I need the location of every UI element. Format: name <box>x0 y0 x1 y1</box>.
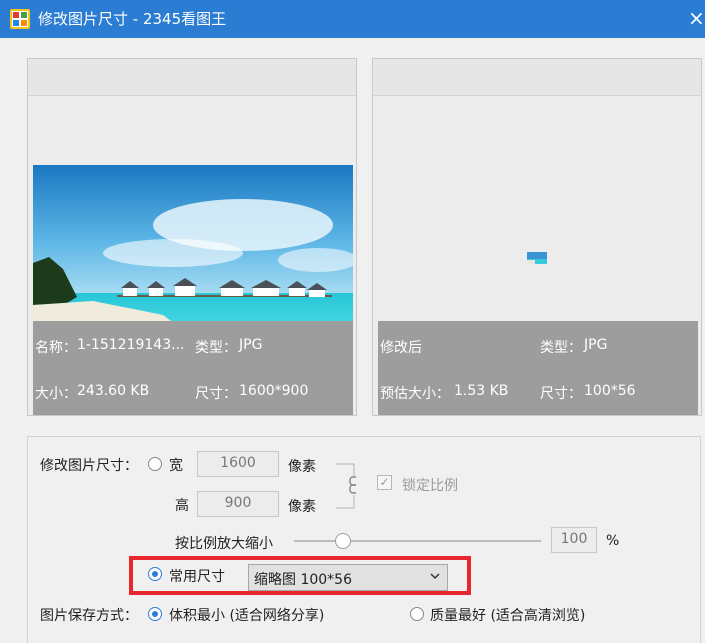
common-size-value: 缩略图 100*56 <box>254 572 352 588</box>
resize-radio[interactable] <box>148 457 162 471</box>
modified-panel-header <box>373 59 701 96</box>
common-size-radio[interactable] <box>148 567 162 581</box>
original-name-value: 1-151219143... <box>77 337 185 353</box>
modified-caption: 修改后 <box>380 340 422 356</box>
original-type-value: JPG <box>239 337 263 353</box>
close-icon[interactable]: × <box>688 6 705 30</box>
scale-slider-thumb[interactable] <box>335 533 351 549</box>
height-label: 高 <box>175 498 189 514</box>
app-logo-icon <box>10 9 30 29</box>
original-name-label: 名称： <box>35 340 77 356</box>
save-best-radio[interactable] <box>410 607 424 621</box>
lock-link-icon <box>336 463 359 509</box>
width-unit: 像素 <box>288 459 316 475</box>
original-size-value: 243.60 KB <box>77 383 150 399</box>
modified-est-value: 1.53 KB <box>454 383 509 399</box>
height-input[interactable]: 900 <box>197 491 279 517</box>
original-info-bar: 名称： 1-151219143... 类型： JPG 大小： 243.60 KB… <box>33 321 353 415</box>
scale-label: 按比例放大缩小 <box>175 536 273 552</box>
modified-thumbnail <box>527 249 547 264</box>
original-size-label: 大小： <box>35 386 77 402</box>
original-image <box>33 165 358 345</box>
save-mode-label: 图片保存方式： <box>40 608 138 624</box>
original-preview-panel: 名称： 1-151219143... 类型： JPG 大小： 243.60 KB… <box>27 58 358 416</box>
height-unit: 像素 <box>288 499 316 515</box>
width-input[interactable]: 1600 <box>197 451 279 477</box>
chevron-down-icon <box>429 570 441 586</box>
scale-input[interactable]: 100 <box>551 527 597 553</box>
modified-info-bar: 修改后 类型： JPG 预估大小： 1.53 KB 尺寸： 100*56 <box>378 321 698 415</box>
original-dim-label: 尺寸： <box>195 386 237 402</box>
save-min-radio[interactable] <box>148 607 162 621</box>
lock-ratio-checkbox[interactable]: ✓ <box>377 475 392 490</box>
resize-label: 修改图片尺寸： <box>40 458 138 474</box>
save-best-label: 质量最好 (适合高清浏览) <box>430 608 586 624</box>
original-type-label: 类型： <box>195 340 237 356</box>
scale-slider-track[interactable] <box>294 540 541 542</box>
save-min-label: 体积最小 (适合网络分享) <box>169 608 325 624</box>
modified-type-value: JPG <box>584 337 608 353</box>
common-size-select[interactable]: 缩略图 100*56 <box>248 564 448 591</box>
common-size-label: 常用尺寸 <box>169 569 225 585</box>
modified-dim-label: 尺寸： <box>540 386 582 402</box>
original-dim-value: 1600*900 <box>239 383 309 399</box>
modified-type-label: 类型： <box>540 340 582 356</box>
modified-est-label: 预估大小： <box>380 386 450 402</box>
original-panel-header <box>28 59 356 96</box>
modified-dim-value: 100*56 <box>584 383 636 399</box>
width-label: 宽 <box>169 458 183 474</box>
scale-unit: % <box>606 533 620 549</box>
window-title: 修改图片尺寸 - 2345看图王 <box>38 10 227 28</box>
lock-ratio-label: 锁定比例 <box>402 478 458 494</box>
modified-preview-panel: 修改后 类型： JPG 预估大小： 1.53 KB 尺寸： 100*56 <box>372 58 702 416</box>
